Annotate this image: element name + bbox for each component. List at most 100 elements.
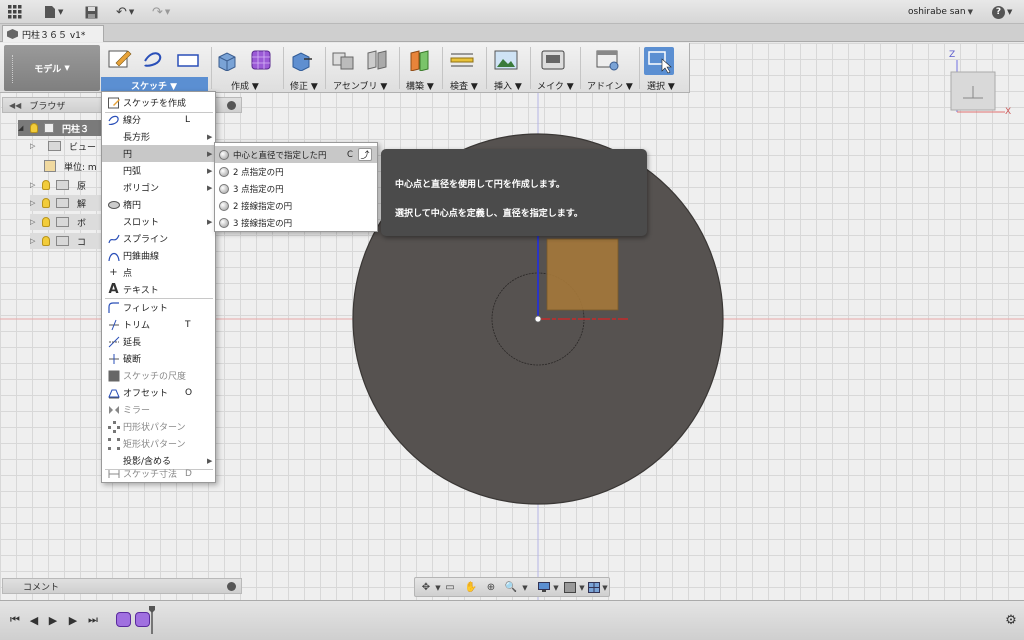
save-button[interactable] xyxy=(85,3,98,21)
form-icon[interactable] xyxy=(250,49,274,71)
step-forward-icon[interactable]: ▶ xyxy=(66,613,80,627)
comments-panel-header[interactable]: コメント xyxy=(2,578,242,594)
menu-item-slot[interactable]: スロット ▶ xyxy=(102,213,215,230)
make-group-label[interactable]: メイク ▼ xyxy=(537,79,574,92)
menu-item-text[interactable]: A テキスト xyxy=(102,281,215,298)
menu-item-sketch-dimension[interactable]: スケッチ寸法 D xyxy=(102,465,215,482)
select-group-label[interactable]: 選択 ▼ xyxy=(647,79,675,92)
new-component-icon[interactable] xyxy=(332,49,356,71)
play-icon[interactable]: ▶ xyxy=(46,613,60,627)
visibility-bulb-icon[interactable] xyxy=(42,236,50,246)
timeline-feature-form[interactable] xyxy=(135,612,150,627)
tree-item-analysis[interactable]: ▷ 解 xyxy=(30,195,102,211)
submenu-item-3-point-circle[interactable]: 3 点指定の円 xyxy=(215,180,377,197)
menu-item-point[interactable]: + 点 xyxy=(102,264,215,281)
tree-item-origin[interactable]: ▷ 原 xyxy=(30,177,102,193)
zoom-window-icon[interactable]: ⊕ xyxy=(484,581,498,594)
tree-root[interactable]: ◢ 円柱３ xyxy=(18,120,102,136)
insert-group-label[interactable]: 挿入 ▼ xyxy=(494,79,522,92)
go-to-end-icon[interactable]: ⏭ xyxy=(86,613,100,627)
menu-item-spline[interactable]: スプライン xyxy=(102,230,215,247)
inspect-group-label[interactable]: 検査 ▼ xyxy=(450,79,478,92)
repeat-command-icon[interactable]: ⤴ xyxy=(358,148,372,161)
tree-item-construction[interactable]: ▷ コ xyxy=(30,233,102,249)
visibility-bulb-icon[interactable] xyxy=(30,123,38,133)
expand-icon[interactable]: ▷ xyxy=(30,142,42,150)
scripts-icon[interactable] xyxy=(596,49,620,71)
submenu-item-center-diameter-circle[interactable]: 中心と直径で指定した円 C ⤴ xyxy=(215,146,377,163)
menu-item-break[interactable]: 破断 xyxy=(102,350,215,367)
menu-item-ellipse[interactable]: 楕円 xyxy=(102,196,215,213)
sketch-line-icon[interactable] xyxy=(142,49,166,71)
menu-item-create-sketch[interactable]: スケッチを作成 xyxy=(102,94,215,111)
press-pull-icon[interactable] xyxy=(290,49,314,72)
expand-icon[interactable]: ▷ xyxy=(30,199,42,207)
menu-item-rectangular-pattern[interactable]: 矩形状パターン xyxy=(102,435,215,452)
dropdown-icon[interactable]: ▼ xyxy=(518,581,532,594)
submenu-item-3-tangent-circle[interactable]: 3 接線指定の円 xyxy=(215,214,377,231)
expand-icon[interactable]: ◢ xyxy=(18,124,30,132)
collapse-icon[interactable]: ◀◀ xyxy=(9,101,21,110)
visibility-bulb-icon[interactable] xyxy=(42,198,50,208)
extrude-icon[interactable] xyxy=(216,49,240,72)
zoom-icon[interactable]: 🔍 xyxy=(504,581,518,594)
timeline-marker[interactable] xyxy=(149,606,155,634)
dropdown-icon[interactable]: ▼ xyxy=(549,581,563,594)
redo-button[interactable]: ↷ ▼ xyxy=(152,3,170,21)
go-to-start-icon[interactable]: ⏮ xyxy=(8,613,22,627)
menu-item-mirror[interactable]: ミラー xyxy=(102,401,215,418)
expand-icon[interactable]: ▷ xyxy=(30,181,42,189)
help-button[interactable]: ? ▼ xyxy=(992,3,1012,21)
visibility-bulb-icon[interactable] xyxy=(42,180,50,190)
document-tab[interactable]: 円柱３６５ v1* xyxy=(2,25,104,42)
construct-group-label[interactable]: 構築 ▼ xyxy=(406,79,434,92)
menu-item-circular-pattern[interactable]: 円形状パターン xyxy=(102,418,215,435)
user-menu[interactable]: oshirabe san ▼ xyxy=(908,3,973,21)
panel-pin-icon[interactable] xyxy=(227,101,236,110)
menu-item-rectangle[interactable]: 長方形 ▶ xyxy=(102,128,215,145)
addins-group-label[interactable]: アドイン ▼ xyxy=(587,79,633,92)
menu-item-fillet[interactable]: フィレット xyxy=(102,299,215,316)
file-menu-button[interactable]: ▼ xyxy=(44,3,63,21)
sketch-rectangle-icon[interactable] xyxy=(176,49,200,71)
undo-button[interactable]: ↶ ▼ xyxy=(116,3,134,21)
menu-item-arc[interactable]: 円弧 ▶ xyxy=(102,162,215,179)
menu-item-polygon[interactable]: ポリゴン ▶ xyxy=(102,179,215,196)
step-back-icon[interactable]: ◀ xyxy=(27,613,41,627)
timeline-settings-gear-icon[interactable]: ⚙ xyxy=(1004,613,1018,628)
expand-icon[interactable]: ▷ xyxy=(30,218,42,226)
modify-group-label[interactable]: 修正 ▼ xyxy=(290,79,318,92)
dropdown-icon[interactable]: ▼ xyxy=(598,581,612,594)
create-sketch-icon[interactable] xyxy=(108,49,132,71)
tree-item-bodies[interactable]: ▷ ボ xyxy=(30,214,102,230)
menu-item-extend[interactable]: 延長 xyxy=(102,333,215,350)
app-grid-icon[interactable] xyxy=(8,3,22,21)
menu-item-sketch-scale[interactable]: スケッチの尺度 xyxy=(102,367,215,384)
visibility-bulb-icon[interactable] xyxy=(42,217,50,227)
3d-print-icon[interactable] xyxy=(541,49,565,71)
menu-item-trim[interactable]: トリム T xyxy=(102,316,215,333)
menu-item-circle[interactable]: 円 ▶ xyxy=(102,145,215,162)
look-at-icon[interactable]: ▭ xyxy=(443,581,457,594)
workspace-switcher[interactable]: モデル ▼ xyxy=(4,45,100,91)
pan-icon[interactable]: ✋ xyxy=(464,581,478,594)
view-cube[interactable]: Z X xyxy=(949,50,1017,122)
measure-icon[interactable] xyxy=(450,49,474,71)
menu-item-conic[interactable]: 円錐曲線 xyxy=(102,247,215,264)
tree-item-units[interactable]: 単位: m xyxy=(44,158,102,174)
joint-icon[interactable] xyxy=(366,49,390,71)
menu-item-offset[interactable]: オフセット O xyxy=(102,384,215,401)
timeline-feature-form[interactable] xyxy=(116,612,131,627)
create-group-label[interactable]: 作成 ▼ xyxy=(231,79,259,92)
expand-icon[interactable]: ▷ xyxy=(30,237,42,245)
tree-item-views[interactable]: ▷ ビュー xyxy=(30,138,102,154)
assemble-group-label[interactable]: アセンブリ ▼ xyxy=(333,79,387,92)
select-button[interactable] xyxy=(644,47,674,75)
add-comment-icon[interactable] xyxy=(227,582,236,591)
submenu-item-2-point-circle[interactable]: 2 点指定の円 xyxy=(215,163,377,180)
toolbar-grip[interactable] xyxy=(12,55,15,83)
offset-plane-icon[interactable] xyxy=(408,49,432,72)
submenu-item-2-tangent-circle[interactable]: 2 接線指定の円 xyxy=(215,197,377,214)
insert-image-icon[interactable] xyxy=(494,49,518,71)
menu-item-line[interactable]: 線分 L xyxy=(102,111,215,128)
